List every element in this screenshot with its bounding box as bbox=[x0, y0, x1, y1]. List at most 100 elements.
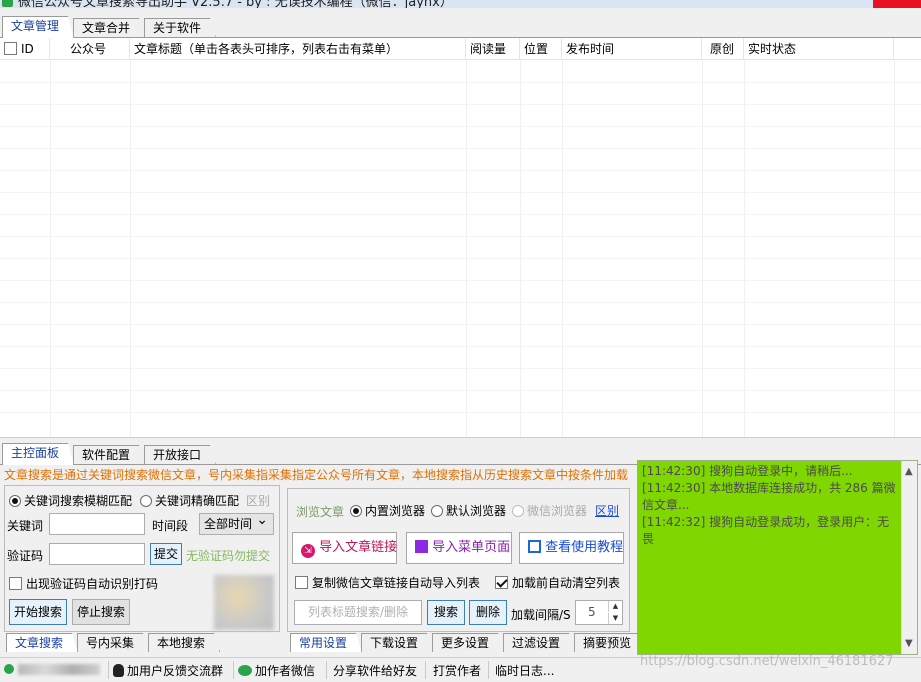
grid-hline bbox=[0, 390, 921, 391]
tab-filter-settings[interactable]: 过滤设置 bbox=[503, 633, 575, 652]
grid-hline bbox=[0, 324, 921, 325]
spinner-up-icon[interactable]: ▲ bbox=[608, 601, 622, 612]
reward-author-link[interactable]: 打赏作者 bbox=[433, 662, 481, 679]
radio-exact-label: 关键词精确匹配 bbox=[155, 494, 240, 508]
diff-link[interactable]: 区别 bbox=[246, 492, 270, 509]
tab-article-manage[interactable]: 文章管理 bbox=[2, 16, 74, 38]
stop-search-button[interactable]: 停止搜索 bbox=[72, 599, 130, 625]
select-all-checkbox[interactable] bbox=[4, 42, 17, 55]
radio-fuzzy-indicator[interactable] bbox=[9, 495, 21, 507]
feedback-label: 加用户反馈交流群 bbox=[127, 664, 224, 678]
col-original[interactable]: 原创 bbox=[702, 38, 744, 60]
grid-hline bbox=[0, 192, 921, 193]
col-title[interactable]: 文章标题（单击各表头可排序，列表右击有菜单） bbox=[130, 38, 466, 60]
user-name-blurred bbox=[18, 664, 100, 675]
grid-hline bbox=[0, 214, 921, 215]
temp-log-link[interactable]: 临时日志... bbox=[495, 662, 554, 679]
tab-download-settings[interactable]: 下载设置 bbox=[361, 633, 433, 652]
tab-main-panel[interactable]: 主控面板 bbox=[2, 443, 74, 465]
list-search-button[interactable]: 搜索 bbox=[427, 600, 465, 625]
clear-before-load-label: 加载前自动清空列表 bbox=[512, 576, 621, 590]
list-filter-input[interactable]: 列表标题搜索/删除 bbox=[294, 600, 422, 625]
log-line: [11:42:30] 搜狗自动登录中，请稍后... bbox=[642, 464, 853, 478]
clear-before-load-option[interactable]: 加载前自动清空列表 bbox=[495, 574, 620, 591]
submit-captcha-button[interactable]: 提交 bbox=[150, 543, 182, 565]
grid-vline bbox=[130, 60, 131, 437]
radio-builtin-browser[interactable]: 内置浏览器 bbox=[350, 502, 425, 519]
tab-article-merge[interactable]: 文章合并 bbox=[73, 18, 145, 38]
tab-common-settings[interactable]: 常用设置 bbox=[290, 633, 362, 652]
grid-hline bbox=[0, 302, 921, 303]
watermark-text: https://blog.csdn.net/weixin_46181627 bbox=[640, 654, 894, 669]
col-id[interactable]: ID bbox=[0, 38, 50, 60]
radio-default-indicator[interactable] bbox=[431, 505, 443, 517]
copy-auto-import-label: 复制微信文章链接自动导入列表 bbox=[312, 576, 481, 590]
qr-code-image bbox=[214, 575, 274, 630]
radio-wechat-label: 微信浏览器 bbox=[527, 504, 588, 518]
close-button[interactable] bbox=[873, 0, 921, 8]
browser-panel: 浏览文章 内置浏览器 默认浏览器 微信浏览器 区别 ⇲ 导入文章链接 导入菜单页… bbox=[287, 488, 630, 632]
col-publish-time[interactable]: 发布时间 bbox=[562, 38, 702, 60]
scroll-down-icon[interactable]: ▼ bbox=[905, 635, 913, 652]
start-search-button[interactable]: 开始搜索 bbox=[9, 599, 67, 625]
spinner-down-icon[interactable]: ▼ bbox=[608, 613, 622, 624]
grid-hline bbox=[0, 104, 921, 105]
add-wechat-link[interactable]: 加作者微信 bbox=[238, 662, 315, 679]
auto-captcha-option[interactable]: 出现验证码自动识别打码 bbox=[9, 575, 158, 592]
tab-local-search[interactable]: 本地搜索 bbox=[148, 633, 220, 652]
divider bbox=[326, 661, 327, 679]
feedback-group-link[interactable]: 加用户反馈交流群 bbox=[113, 662, 223, 679]
tab-summary-preview[interactable]: 摘要预览 bbox=[574, 633, 646, 652]
load-interval-value: 5 bbox=[588, 605, 596, 619]
radio-exact-match[interactable]: 关键词精确匹配 bbox=[140, 492, 239, 509]
grid-vline bbox=[894, 60, 895, 437]
grid-hline bbox=[0, 346, 921, 347]
grid-hline bbox=[0, 148, 921, 149]
copy-auto-import-checkbox[interactable] bbox=[295, 576, 308, 589]
radio-builtin-indicator[interactable] bbox=[350, 505, 362, 517]
article-table[interactable]: ID 公众号 文章标题（单击各表头可排序，列表右击有菜单） 阅读量 位置 发布时… bbox=[0, 38, 921, 438]
radio-wechat-browser: 微信浏览器 bbox=[512, 502, 587, 519]
captcha-input[interactable] bbox=[49, 543, 145, 565]
import-menu-button[interactable]: 导入菜单页面 bbox=[406, 532, 512, 564]
col-account[interactable]: 公众号 bbox=[50, 38, 130, 60]
tab-software-config[interactable]: 软件配置 bbox=[73, 445, 145, 465]
scroll-up-icon[interactable]: ▲ bbox=[905, 463, 913, 480]
notice-text: 文章搜索是通过关键词搜索微信文章，号内采集指采集指定公众号所有文章，本地搜索指从… bbox=[4, 468, 629, 482]
tab-more-settings[interactable]: 更多设置 bbox=[432, 633, 504, 652]
browser-diff-link[interactable]: 区别 bbox=[595, 502, 619, 519]
window-title: 微信公众号文章搜索导出助手 V2.5.7 - by : 无误技术编程（微信：ja… bbox=[18, 0, 453, 8]
tutorial-button[interactable]: 查看使用教程 bbox=[519, 532, 624, 564]
share-link[interactable]: 分享软件给好友 bbox=[333, 662, 417, 679]
col-position[interactable]: 位置 bbox=[520, 38, 562, 60]
list-delete-button[interactable]: 删除 bbox=[469, 600, 507, 625]
radio-default-browser[interactable]: 默认浏览器 bbox=[431, 502, 506, 519]
radio-fuzzy-match[interactable]: 关键词搜索模糊匹配 bbox=[9, 492, 132, 509]
tab-article-search[interactable]: 文章搜索 bbox=[6, 633, 78, 652]
import-menu-label: 导入菜单页面 bbox=[432, 540, 511, 555]
col-reads[interactable]: 阅读量 bbox=[466, 38, 520, 60]
time-range-select[interactable]: 全部时间 bbox=[199, 510, 274, 535]
import-links-button[interactable]: ⇲ 导入文章链接 bbox=[292, 532, 397, 564]
load-interval-input[interactable]: 5 ▲ ▼ bbox=[575, 600, 623, 625]
tutorial-label: 查看使用教程 bbox=[545, 540, 624, 555]
grid-vline bbox=[50, 60, 51, 437]
radio-exact-indicator[interactable] bbox=[140, 495, 152, 507]
auto-captcha-checkbox[interactable] bbox=[9, 577, 22, 590]
grid-hline bbox=[0, 258, 921, 259]
log-panel[interactable]: [11:42:30] 搜狗自动登录中，请稍后... [11:42:30] 本地数… bbox=[637, 460, 918, 655]
grid-vline bbox=[466, 60, 467, 437]
tab-account-collect[interactable]: 号内采集 bbox=[77, 633, 149, 652]
copy-auto-import-option[interactable]: 复制微信文章链接自动导入列表 bbox=[295, 574, 480, 591]
keyword-input[interactable] bbox=[49, 513, 145, 535]
auto-captcha-label: 出现验证码自动识别打码 bbox=[26, 577, 159, 591]
tab-open-api[interactable]: 开放接口 bbox=[144, 445, 216, 465]
browse-article-label: 浏览文章 bbox=[296, 505, 345, 519]
log-scrollbar[interactable]: ▲ ▼ bbox=[901, 461, 917, 654]
grid-hline bbox=[0, 170, 921, 171]
grid-hline bbox=[0, 236, 921, 237]
tab-about[interactable]: 关于软件 bbox=[144, 18, 216, 38]
time-range-label: 时间段 bbox=[152, 519, 189, 533]
col-status[interactable]: 实时状态 bbox=[744, 38, 894, 60]
clear-before-load-checkbox[interactable] bbox=[495, 576, 508, 589]
